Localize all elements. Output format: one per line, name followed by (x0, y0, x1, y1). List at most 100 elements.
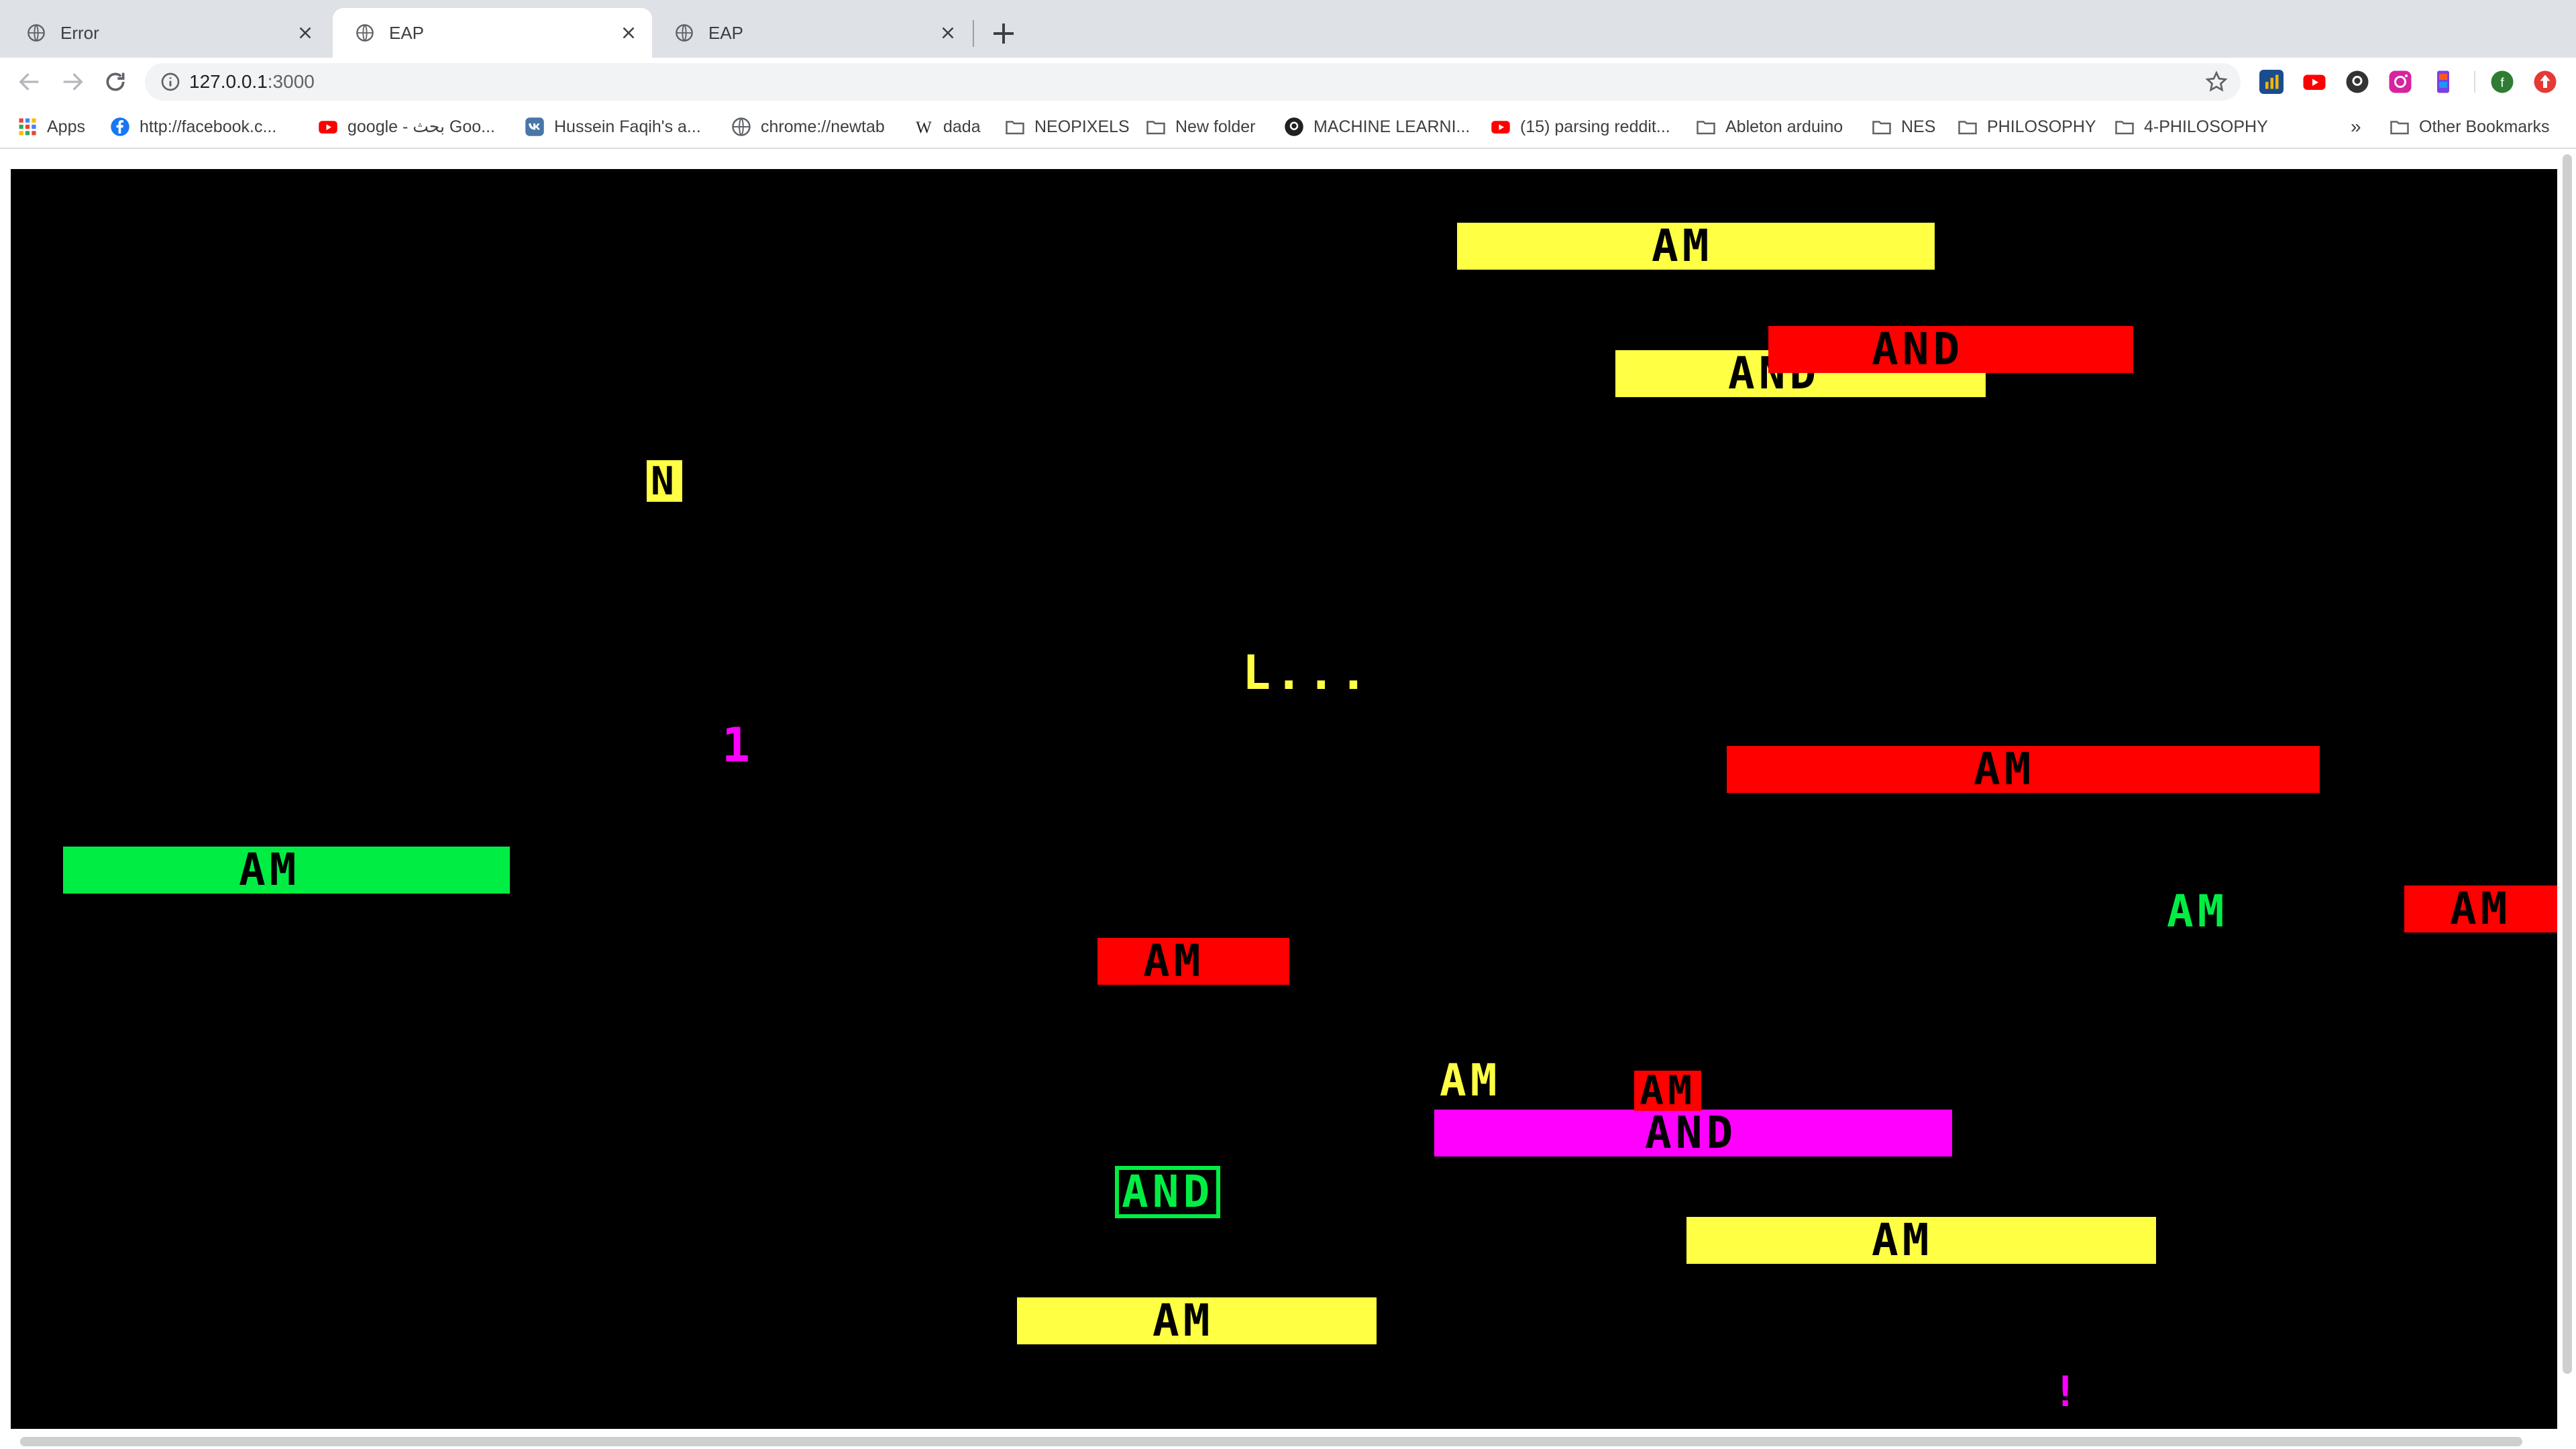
bookmark-folder-nes[interactable]: NES (1872, 113, 1935, 141)
bookmarks-bar: Apps http://facebook.c... google - بحث G… (0, 106, 2576, 149)
sprite-word-yellow: AM (1440, 1055, 1501, 1106)
reload-icon[interactable] (102, 68, 129, 95)
github-icon (1285, 117, 1303, 136)
folder-icon (1697, 121, 1715, 135)
update-alert-icon[interactable] (2533, 70, 2557, 94)
sprite-word-yellow: L... (1242, 645, 1372, 700)
youtube-icon (319, 121, 337, 133)
bookmark-hussein[interactable]: Hussein Faqih's a... (525, 113, 701, 141)
sprite-word-red-small: AM (1634, 1071, 1702, 1111)
folder-icon (1146, 121, 1165, 135)
horizontal-scrollbar[interactable] (20, 1437, 2522, 1446)
game-canvas[interactable]: AM AND AND AM AM AM AND AM AM AM AM AND … (11, 169, 2557, 1429)
tab-error[interactable]: Error (4, 8, 329, 58)
sprite-word: AM (1143, 935, 1205, 987)
url-text: 127.0.0.1:3000 (189, 71, 315, 93)
bookmark-star-icon[interactable] (2204, 70, 2229, 94)
close-icon[interactable] (295, 23, 315, 43)
bookmark-label: Other Bookmarks (2419, 117, 2550, 136)
bookmark-dada[interactable]: W dada (914, 113, 981, 141)
close-icon[interactable] (619, 23, 639, 43)
bookmark-parsing-reddit[interactable]: (15) parsing reddit... (1491, 113, 1670, 141)
bookmark-label: Hussein Faqih's a... (554, 117, 701, 136)
sprite-word: AM (1970, 747, 2039, 792)
toolbar: 127.0.0.1:3000 f (0, 58, 2576, 106)
close-icon[interactable] (938, 23, 958, 43)
globe-icon (676, 24, 693, 42)
bookmark-folder-philosophy[interactable]: PHILOSOPHY (1957, 113, 2096, 141)
bookmark-label: NEOPIXELS (1034, 117, 1130, 136)
vk-icon (525, 117, 544, 136)
bookmark-label: 4-PHILOSOPHY (2144, 117, 2268, 136)
tab-strip: Error EAP EAP (0, 0, 2576, 58)
sprite-word: AM (1148, 1299, 1218, 1343)
bookmark-label: dada (943, 117, 981, 136)
folder-icon (2115, 121, 2134, 135)
info-icon[interactable] (160, 71, 181, 93)
tab-separator (973, 20, 974, 47)
toolbar-separator (2474, 71, 2475, 93)
bookmark-label: MACHINE LEARNI... (1313, 117, 1470, 136)
globe-icon (356, 24, 374, 42)
youtube-extension-icon[interactable] (2302, 70, 2326, 94)
tab-eap[interactable]: EAP (652, 8, 971, 58)
url-host: 127.0.0.1 (189, 71, 268, 92)
svg-text:W: W (916, 119, 932, 137)
apps-grid-icon (19, 118, 36, 136)
github-extension-icon[interactable] (2345, 70, 2369, 94)
wikipedia-icon: W (916, 119, 932, 137)
tab-title: EAP (389, 22, 425, 43)
youtube-icon (1491, 121, 1510, 133)
bookmark-machine-learning[interactable]: MACHINE LEARNI... (1284, 113, 1470, 141)
folder-icon (2390, 121, 2409, 135)
bookmark-folder-4-philosophy[interactable]: 4-PHILOSOPHY (2114, 113, 2268, 141)
bookmarks-overflow-chevron[interactable]: » (2351, 113, 2361, 141)
bookmark-label: Apps (47, 117, 85, 136)
tab-title: Error (60, 22, 99, 43)
bookmark-label: Ableton arduino (1725, 117, 1843, 136)
folder-icon (1872, 121, 1891, 135)
bookmark-label: chrome://newtab (761, 117, 885, 136)
folder-icon (1006, 121, 1024, 135)
sprite-letter-yellow: N (647, 460, 682, 502)
bookmark-label: New folder (1175, 117, 1256, 136)
bookmark-label: (15) parsing reddit... (1520, 117, 1670, 136)
page-viewport: AM AND AND AM AM AM AND AM AM AM AM AND … (0, 149, 2576, 1449)
avatar-letter: f (2500, 76, 2504, 91)
folder-icon (1958, 121, 1977, 135)
sprite-word: AM (1648, 224, 1717, 268)
sprite-char-magenta: 1 (722, 718, 755, 773)
vertical-scrollbar[interactable] (2563, 154, 2572, 1374)
bookmark-other-bookmarks[interactable]: Other Bookmarks (2390, 113, 2550, 141)
bookmark-label: NES (1901, 117, 1936, 136)
forward-arrow-icon[interactable] (59, 68, 86, 95)
bookmark-google-search[interactable]: google - بحث Goo... (318, 113, 495, 141)
sprite-word: AM (2450, 883, 2512, 934)
bookmark-apps[interactable]: Apps (17, 113, 85, 141)
colorful-extension-icon[interactable] (2431, 70, 2455, 94)
sprite-word: AM (1868, 1218, 1937, 1263)
instagram-extension-icon[interactable] (2388, 70, 2412, 94)
bookmark-folder-ableton[interactable]: Ableton arduino (1696, 113, 1843, 141)
tab-eap-active[interactable]: EAP (333, 8, 652, 58)
sprite-word: AM (235, 848, 305, 892)
bookmark-folder-new[interactable]: New folder (1146, 113, 1256, 141)
bookmark-folder-neopixels[interactable]: NEOPIXELS (1005, 113, 1130, 141)
globe-icon (732, 117, 751, 136)
sprite-word: AND (1872, 323, 1964, 375)
address-bar[interactable]: 127.0.0.1:3000 (145, 63, 2241, 101)
new-tab-plus-icon[interactable] (990, 20, 1017, 47)
analytics-extension-icon[interactable] (2259, 70, 2284, 94)
profile-avatar-icon[interactable]: f (2490, 70, 2514, 94)
back-arrow-icon[interactable] (16, 68, 43, 95)
facebook-icon (111, 117, 129, 136)
bookmark-facebook[interactable]: http://facebook.c... (110, 113, 276, 141)
bookmark-newtab[interactable]: chrome://newtab (731, 113, 885, 141)
globe-icon (28, 24, 45, 42)
bookmark-label: http://facebook.c... (140, 117, 277, 136)
sprite-char-magenta: ! (2053, 1367, 2082, 1416)
sprite-word-green: AND (1115, 1166, 1221, 1218)
bookmark-label: google - بحث Goo... (347, 117, 495, 136)
sprite-word: AND (1645, 1107, 1737, 1159)
url-port: :3000 (267, 71, 315, 92)
